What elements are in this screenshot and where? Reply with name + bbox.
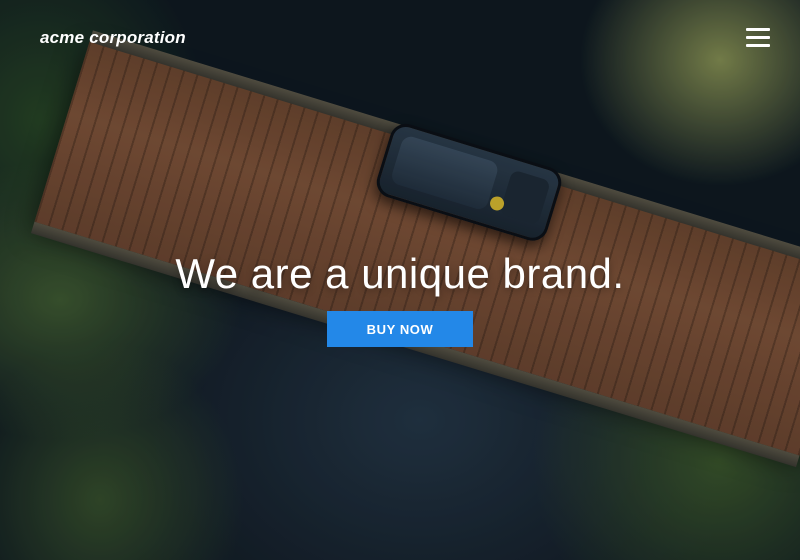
menu-icon-bar: [746, 28, 770, 31]
hamburger-menu-icon[interactable]: [746, 27, 770, 47]
menu-icon-bar: [746, 44, 770, 47]
site-header: acme corporation: [0, 0, 800, 76]
buy-now-button[interactable]: BUY NOW: [327, 311, 473, 347]
menu-icon-bar: [746, 36, 770, 39]
hero-section: acme corporation We are a unique brand. …: [0, 0, 800, 560]
brand-logo[interactable]: acme corporation: [40, 28, 186, 48]
hero-headline: We are a unique brand.: [175, 250, 625, 298]
